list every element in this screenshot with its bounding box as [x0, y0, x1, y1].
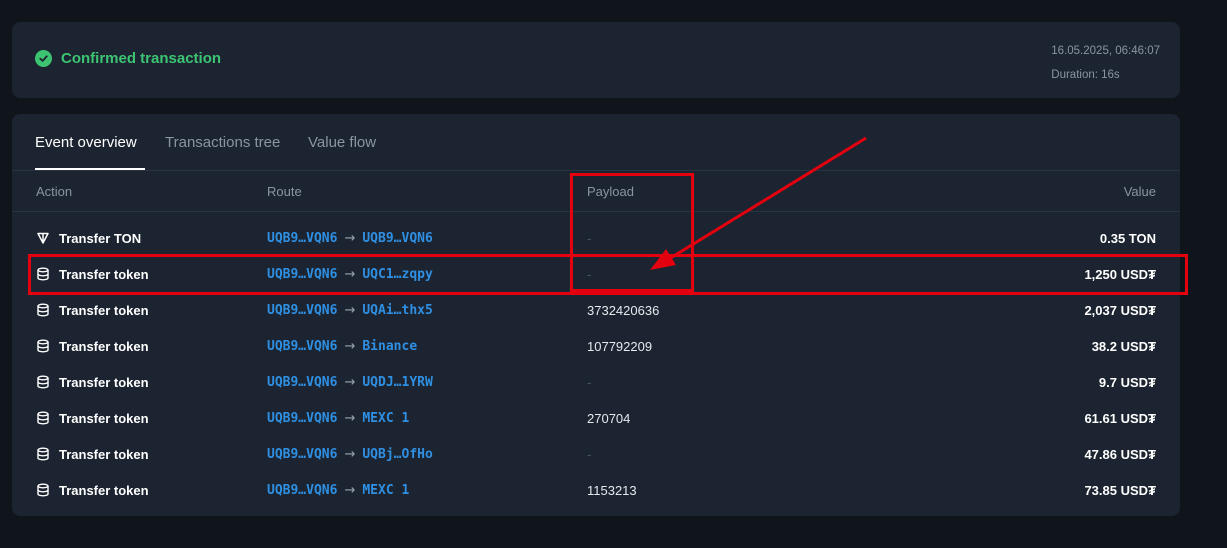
events-card: Event overview Transactions tree Value f… [12, 114, 1180, 516]
route-to-link[interactable]: UQC1…zqpy [362, 267, 432, 282]
action-label: Transfer token [59, 302, 149, 318]
arrow-right-icon: → [344, 446, 356, 462]
route-cell: UQB9…VQN6 → UQC1…zqpy [267, 256, 433, 292]
database-icon [36, 411, 50, 425]
value-cell: 0.35 TON [1099, 230, 1156, 246]
tab-value-flow[interactable]: Value flow [308, 134, 376, 151]
database-icon [36, 447, 50, 461]
database-icon [36, 267, 50, 281]
payload-cell: 107792209 [587, 338, 653, 354]
route-from-link[interactable]: UQB9…VQN6 [267, 447, 337, 462]
payload-cell: - [587, 230, 592, 246]
action-label: Transfer token [59, 482, 149, 498]
action-label: Transfer token [59, 446, 149, 462]
arrow-right-icon: → [344, 482, 356, 498]
action-label: Transfer token [59, 266, 149, 282]
tab-bar: Event overview Transactions tree Value f… [12, 114, 1180, 171]
route-to-link[interactable]: MEXC 1 [362, 483, 409, 498]
column-header-payload: Payload [587, 184, 634, 199]
action-cell: Transfer token [36, 292, 149, 328]
database-icon [36, 303, 50, 317]
column-header-value: Value [1123, 184, 1156, 199]
route-from-link[interactable]: UQB9…VQN6 [267, 267, 337, 282]
table-row[interactable]: Transfer token UQB9…VQN6 → Binance 107792209… [12, 328, 1180, 364]
value-cell: 73.85 USD₮ [1084, 482, 1156, 498]
route-from-link[interactable]: UQB9…VQN6 [267, 483, 337, 498]
column-header-action: Action [36, 184, 73, 199]
arrow-right-icon: → [344, 302, 356, 318]
arrow-right-icon: → [344, 230, 356, 246]
table-row[interactable]: Transfer token UQB9…VQN6 → MEXC 1 270704 61.6… [12, 400, 1180, 436]
value-cell: 2,037 USD₮ [1084, 302, 1156, 318]
route-cell: UQB9…VQN6 → MEXC 1 [267, 472, 409, 508]
arrow-right-icon: → [344, 338, 356, 354]
tab-transactions-tree[interactable]: Transactions tree [165, 134, 280, 151]
action-cell: Transfer token [36, 328, 149, 364]
route-from-link[interactable]: UQB9…VQN6 [267, 303, 337, 318]
status-label: Confirmed transaction [61, 50, 222, 67]
arrow-right-icon: → [344, 410, 356, 426]
action-label: Transfer token [59, 338, 149, 354]
tab-event-overview[interactable]: Event overview [35, 134, 137, 151]
payload-cell: - [587, 266, 592, 282]
route-to-link[interactable]: UQDJ…1YRW [362, 375, 432, 390]
status-indicator: Confirmed transaction [35, 50, 221, 67]
route-to-link[interactable]: UQB9…VQN6 [362, 231, 432, 246]
route-cell: UQB9…VQN6 → MEXC 1 [267, 400, 409, 436]
table-row[interactable]: Transfer token UQB9…VQN6 → UQBj…OfHo - 47.86 … [12, 436, 1180, 472]
route-to-link[interactable]: UQBj…OfHo [362, 447, 432, 462]
action-cell: Transfer token [36, 364, 149, 400]
route-cell: UQB9…VQN6 → UQAi…thx5 [267, 292, 433, 328]
payload-cell: - [587, 374, 592, 390]
arrow-right-icon: → [344, 374, 356, 390]
payload-cell: - [587, 446, 592, 462]
action-cell: Transfer token [36, 472, 149, 508]
route-from-link[interactable]: UQB9…VQN6 [267, 339, 337, 354]
value-cell: 9.7 USD₮ [1098, 374, 1156, 390]
transaction-page: Confirmed transaction 16.05.2025, 06:46:… [0, 0, 1227, 548]
value-cell: 47.86 USD₮ [1084, 446, 1156, 462]
action-cell: Transfer TON [36, 220, 141, 256]
route-to-link[interactable]: Binance [362, 339, 417, 354]
route-cell: UQB9…VQN6 → UQB9…VQN6 [267, 220, 433, 256]
header-divider [12, 211, 1180, 212]
route-from-link[interactable]: UQB9…VQN6 [267, 375, 337, 390]
route-cell: UQB9…VQN6 → Binance [267, 328, 417, 364]
value-cell: 61.61 USD₮ [1084, 410, 1156, 426]
action-label: Transfer TON [59, 230, 142, 246]
route-cell: UQB9…VQN6 → UQDJ…1YRW [267, 364, 433, 400]
action-label: Transfer token [59, 410, 149, 426]
table-row[interactable]: Transfer token UQB9…VQN6 → UQAi…thx5 3732420… [12, 292, 1180, 328]
value-cell: 38.2 USD₮ [1091, 338, 1156, 354]
timestamp: 16.05.2025, 06:46:07 [1051, 45, 1160, 57]
table-row[interactable]: Transfer TON UQB9…VQN6 → UQB9…VQN6 - 0.35 TON [12, 220, 1180, 256]
transaction-summary-card: Confirmed transaction 16.05.2025, 06:46:… [12, 22, 1180, 98]
tabs-divider [12, 170, 1180, 171]
route-cell: UQB9…VQN6 → UQBj…OfHo [267, 436, 433, 472]
ton-icon [36, 231, 50, 245]
route-from-link[interactable]: UQB9…VQN6 [267, 231, 337, 246]
database-icon [36, 339, 50, 353]
payload-cell: 1153213 [587, 482, 637, 498]
action-cell: Transfer token [36, 400, 149, 436]
arrow-right-icon: → [344, 266, 356, 282]
table-row[interactable]: Transfer token UQB9…VQN6 → MEXC 1 1153213 73.… [12, 472, 1180, 508]
value-cell: 1,250 USD₮ [1084, 266, 1156, 282]
table-row[interactable]: Transfer token UQB9…VQN6 → UQDJ…1YRW - 9.7 US… [12, 364, 1180, 400]
route-from-link[interactable]: UQB9…VQN6 [267, 411, 337, 426]
route-to-link[interactable]: UQAi…thx5 [362, 303, 432, 318]
route-to-link[interactable]: MEXC 1 [362, 411, 409, 426]
check-circle-icon [35, 50, 52, 67]
action-cell: Transfer token [36, 256, 149, 292]
action-cell: Transfer token [36, 436, 149, 472]
database-icon [36, 375, 50, 389]
duration: Duration: 16s [1051, 69, 1120, 81]
database-icon [36, 483, 50, 497]
payload-cell: 270704 [587, 410, 631, 426]
transaction-meta: 16.05.2025, 06:46:07 Duration: 16s [1051, 42, 1160, 84]
action-label: Transfer token [59, 374, 149, 390]
payload-cell: 3732420636 [587, 302, 660, 318]
table-row[interactable]: Transfer token UQB9…VQN6 → UQC1…zqpy - 1,250 … [12, 256, 1180, 292]
column-header-route: Route [267, 184, 302, 199]
